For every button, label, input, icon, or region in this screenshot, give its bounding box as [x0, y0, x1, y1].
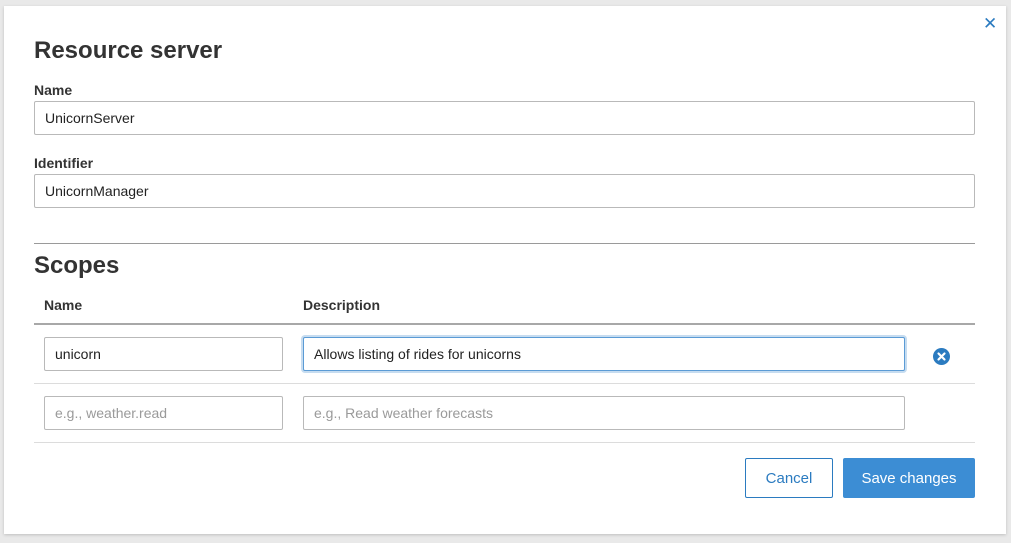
scopes-header-rule [34, 323, 975, 325]
cancel-button[interactable]: Cancel [745, 458, 833, 498]
remove-circle-icon[interactable] [933, 348, 950, 365]
name-input[interactable] [34, 101, 975, 135]
name-label: Name [34, 82, 73, 98]
identifier-label: Identifier [34, 155, 94, 171]
identifier-input[interactable] [34, 174, 975, 208]
new-scope-description-input[interactable] [303, 396, 905, 430]
scope-description-column-header: Description [303, 297, 381, 313]
new-scope-name-input[interactable] [44, 396, 283, 430]
scope-name-column-header: Name [44, 297, 83, 313]
scope-description-input[interactable] [303, 337, 905, 371]
close-icon[interactable]: ✕ [983, 15, 997, 32]
save-changes-button[interactable]: Save changes [843, 458, 975, 498]
resource-server-modal: ✕ Resource server Name Identifier Scopes… [4, 6, 1006, 534]
scopes-title: Scopes [34, 252, 120, 279]
scope-row-divider [34, 383, 975, 384]
section-divider [34, 243, 975, 244]
scope-name-input[interactable] [44, 337, 283, 371]
scope-row-divider [34, 442, 975, 443]
modal-title: Resource server [34, 37, 223, 64]
